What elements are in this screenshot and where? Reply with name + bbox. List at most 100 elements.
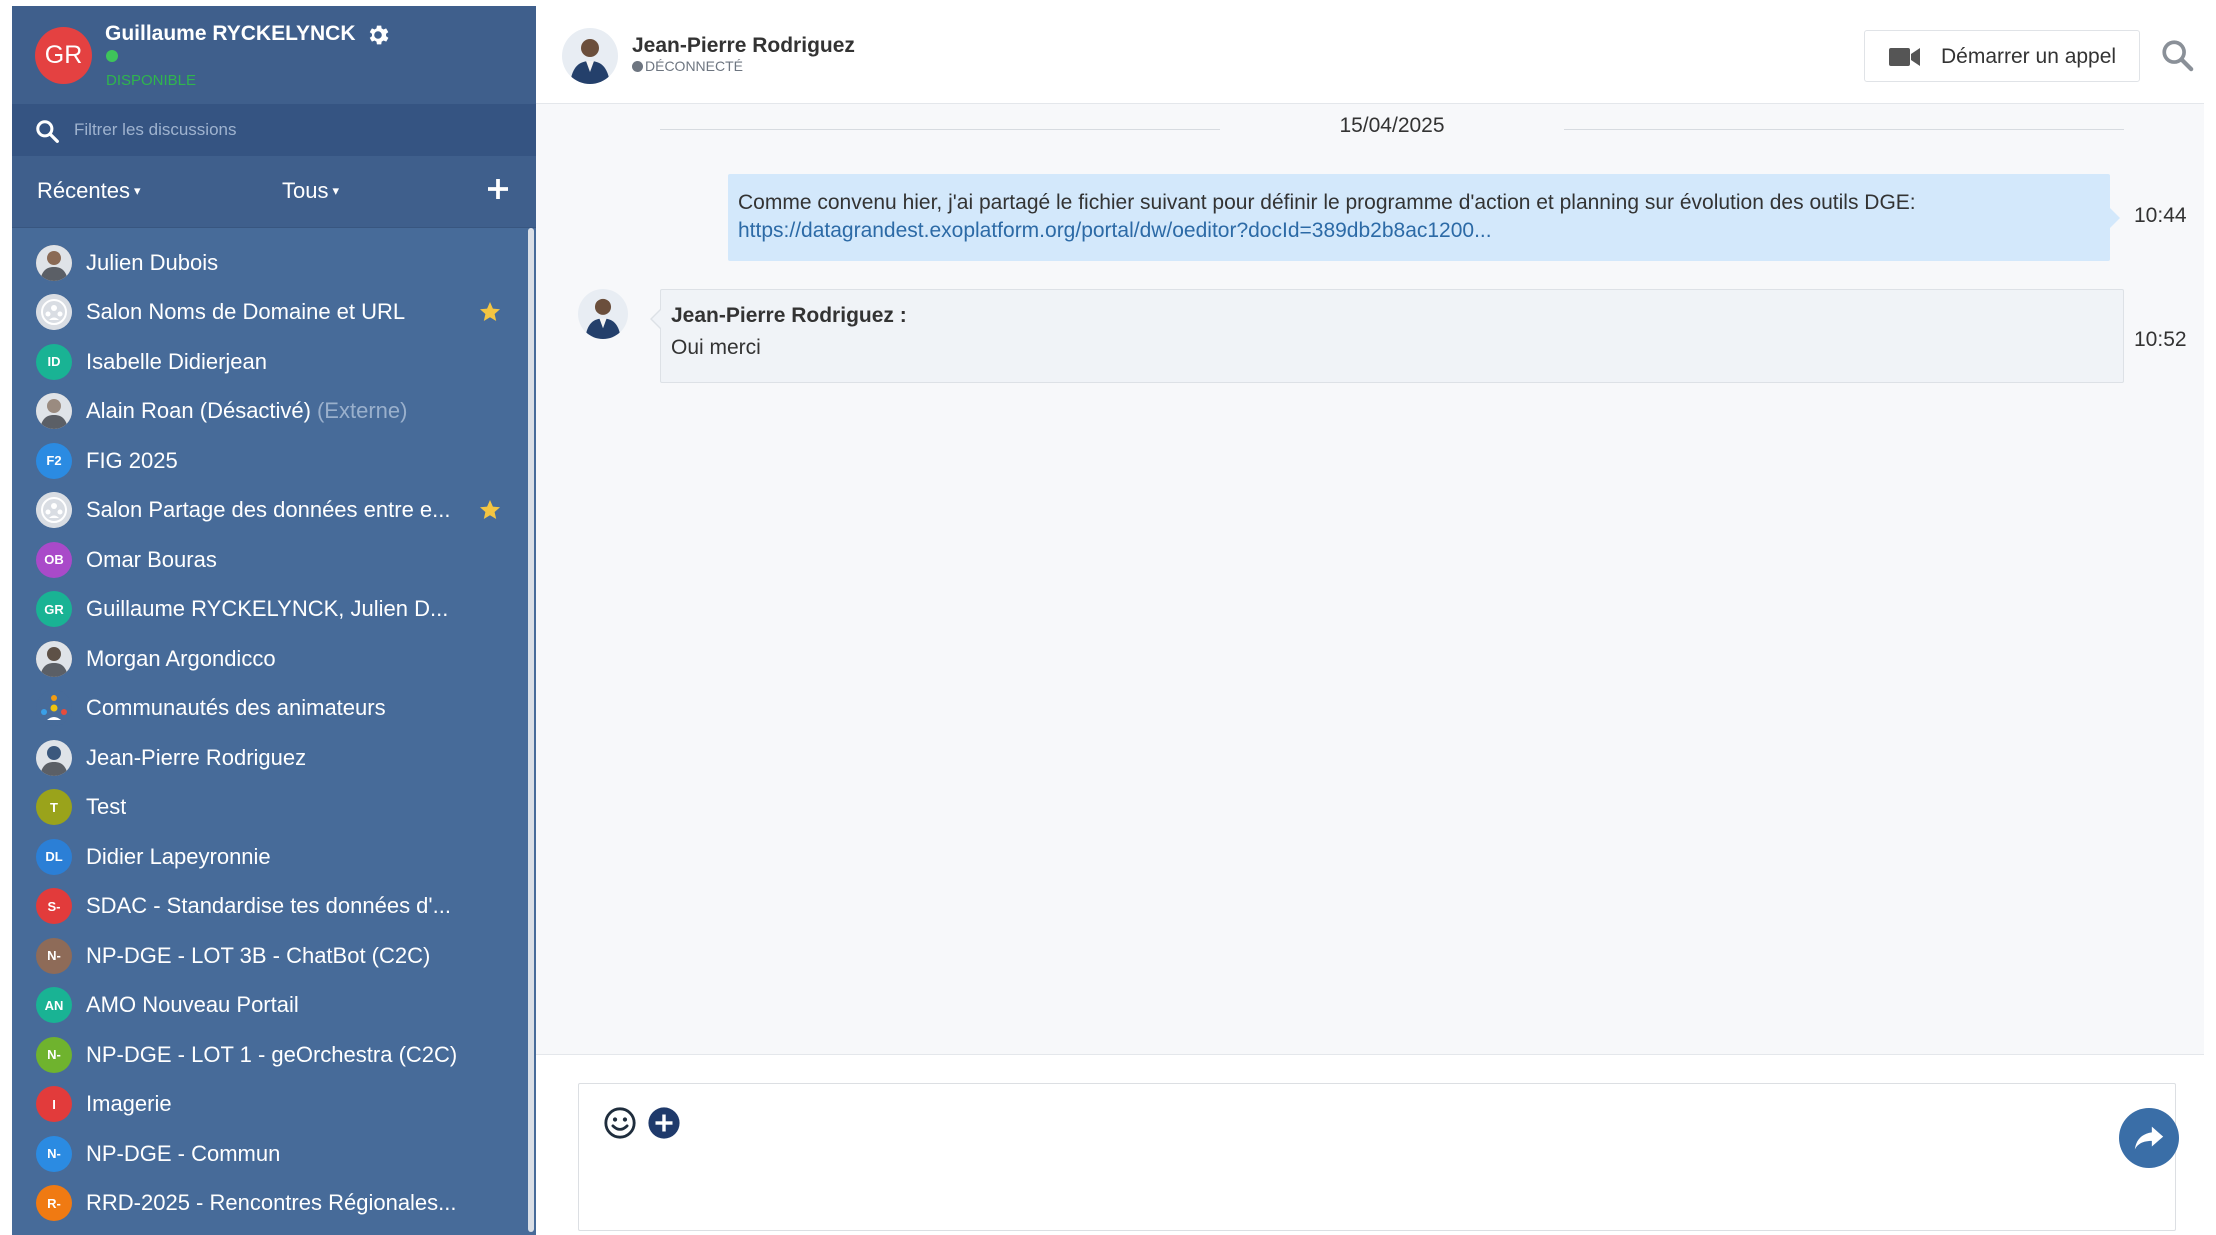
user-name: Guillaume RYCKELYNCK [105, 22, 356, 45]
room-name-text: FIG 2025 [86, 447, 178, 473]
gear-icon[interactable] [365, 22, 391, 48]
status-dot [106, 50, 118, 62]
room-name: Julien Dubois [86, 250, 218, 276]
room-avatar: R- [36, 1185, 72, 1222]
room-name-text: AMO Nouveau Portail [86, 992, 299, 1018]
room-name-text: Omar Bouras [86, 546, 217, 572]
room-avatar: GR [36, 591, 72, 628]
offline-dot-icon [632, 60, 643, 72]
room-item[interactable]: I Imagerie [12, 1080, 532, 1130]
room-item[interactable]: N- NP-DGE - LOT 1 - geOrchestra (C2C) [12, 1030, 532, 1080]
person-avatar-icon [36, 640, 72, 677]
external-tag: (Externe) [316, 398, 408, 424]
user-status[interactable]: Disponible [106, 72, 196, 89]
room-name-text: NP-DGE - LOT 1 - geOrchestra (C2C) [86, 1041, 458, 1067]
person-icon [578, 289, 628, 339]
room-avatar: DL [36, 838, 72, 875]
type-filter-dropdown[interactable]: Tous ▾ [282, 178, 339, 204]
room-item[interactable]: OB Omar Bouras [12, 535, 532, 585]
room-name: Alain Roan (Désactivé) (Externe) [86, 398, 407, 424]
room-item[interactable]: F2 FIG 2025 [12, 436, 532, 486]
emoji-icon[interactable] [603, 1106, 637, 1140]
room-name: AMO Nouveau Portail [86, 992, 299, 1018]
room-item[interactable]: Julien Dubois [12, 238, 532, 288]
message-author: Jean-Pierre Rodriguez : [671, 304, 907, 327]
room-name: Jean-Pierre Rodriguez [86, 745, 306, 771]
sidebar-scrollbar[interactable] [528, 228, 534, 1232]
own-message-bubble: Comme convenu hier, j'ai partagé le fich… [728, 174, 2120, 261]
author-avatar[interactable] [578, 289, 628, 339]
room-item[interactable]: S- SDAC - Standardise tes données d'... [12, 882, 532, 932]
share-arrow-icon [2134, 1126, 2164, 1150]
room-name-text: Guillaume RYCKELYNCK, Julien D... [86, 596, 449, 622]
room-name-text: Salon Noms de Domaine et URL [86, 299, 406, 325]
room-item[interactable]: GR Guillaume RYCKELYNCK, Julien D... [12, 585, 532, 635]
add-discussion-button[interactable] [483, 174, 513, 204]
plus-icon[interactable] [647, 1106, 681, 1140]
room-name: NP-DGE - LOT 1 - geOrchestra (C2C) [86, 1042, 457, 1068]
person-avatar-icon [36, 244, 72, 281]
room-item[interactable]: AN AMO Nouveau Portail [12, 981, 532, 1031]
message-input[interactable] [699, 1102, 2039, 1212]
room-name: NP-DGE - LOT 3B - ChatBot (C2C) [86, 943, 430, 969]
filter-input[interactable] [74, 113, 514, 147]
room-item[interactable]: R- RRD-2025 - Rencontres Régionales... [12, 1179, 532, 1229]
room-item[interactable]: Communautés des animateurs [12, 684, 532, 734]
room-item[interactable]: Salon Partage des données entre e... [12, 486, 532, 536]
search-icon[interactable] [2160, 38, 2194, 72]
room-item[interactable]: N- NP-DGE - LOT 3B - ChatBot (C2C) [12, 931, 532, 981]
room-name: Omar Bouras [86, 547, 217, 573]
room-avatar: F2 [36, 442, 72, 479]
room-item[interactable]: ID Isabelle Didierjean [12, 337, 532, 387]
room-avatar: T [36, 789, 72, 826]
start-call-label: Démarrer un appel [1941, 45, 2117, 68]
message-text: Oui merci [671, 336, 761, 359]
conversation-header: Jean-Pierre Rodriguez Déconnecté Démarre… [536, 6, 2204, 104]
user-avatar[interactable]: GR [35, 27, 92, 84]
room-name: Didier Lapeyronnie [86, 844, 271, 870]
filter-bar [12, 104, 536, 156]
room-name: Morgan Argondicco [86, 646, 276, 672]
room-avatar: N- [36, 1135, 72, 1172]
room-name-text: Communautés des animateurs [86, 695, 386, 721]
room-item[interactable]: DL Didier Lapeyronnie [12, 832, 532, 882]
room-name: Salon Noms de Domaine et URL [86, 299, 405, 325]
room-name: FIG 2025 [86, 448, 178, 474]
room-name: Test [86, 794, 126, 820]
room-name: Isabelle Didierjean [86, 349, 267, 375]
chevron-down-icon: ▾ [133, 183, 141, 198]
room-item[interactable]: T Test [12, 783, 532, 833]
room-item[interactable]: Morgan Argondicco [12, 634, 532, 684]
message-link[interactable]: https://datagrandest.exoplatform.org/por… [738, 219, 1492, 242]
room-name: NP-DGE - Commun [86, 1141, 280, 1167]
room-name: RRD-2025 - Rencontres Régionales... [86, 1190, 457, 1216]
room-name-text: Didier Lapeyronnie [86, 843, 271, 869]
person-avatar-icon [36, 739, 72, 776]
room-name-text: Test [86, 794, 127, 820]
sidebar: GR Guillaume RYCKELYNCK Disponible Récen… [12, 6, 536, 1235]
send-button[interactable] [2119, 1108, 2179, 1168]
star-icon[interactable] [478, 498, 502, 522]
recent-filter-dropdown[interactable]: Récentes ▾ [37, 178, 140, 204]
room-item[interactable]: Jean-Pierre Rodriguez [12, 733, 532, 783]
room-item[interactable]: N- NP-DGE - Commun [12, 1129, 532, 1179]
community-icon [36, 690, 72, 727]
room-name-text: Isabelle Didierjean [86, 348, 267, 374]
room-name-text: NP-DGE - Commun [86, 1140, 281, 1166]
room-item[interactable]: Salon Noms de Domaine et URL [12, 288, 532, 338]
room-avatar: I [36, 1086, 72, 1123]
room-name: SDAC - Standardise tes données d'... [86, 893, 451, 919]
room-name-text: SDAC - Standardise tes données d'... [86, 893, 451, 919]
search-icon [36, 120, 59, 143]
room-name: Guillaume RYCKELYNCK, Julien D... [86, 596, 448, 622]
message-composer [578, 1083, 2179, 1231]
room-item[interactable]: Alain Roan (Désactivé) (Externe) [12, 387, 532, 437]
group-icon [36, 492, 72, 529]
contact-avatar[interactable] [562, 28, 618, 84]
start-call-button[interactable]: Démarrer un appel [1864, 30, 2140, 82]
message-time: 10:52 [2134, 328, 2187, 351]
divider [1564, 129, 2124, 130]
composer-area [536, 1054, 2204, 1235]
recent-filter-label: Récentes [37, 178, 130, 203]
star-icon[interactable] [478, 300, 502, 324]
